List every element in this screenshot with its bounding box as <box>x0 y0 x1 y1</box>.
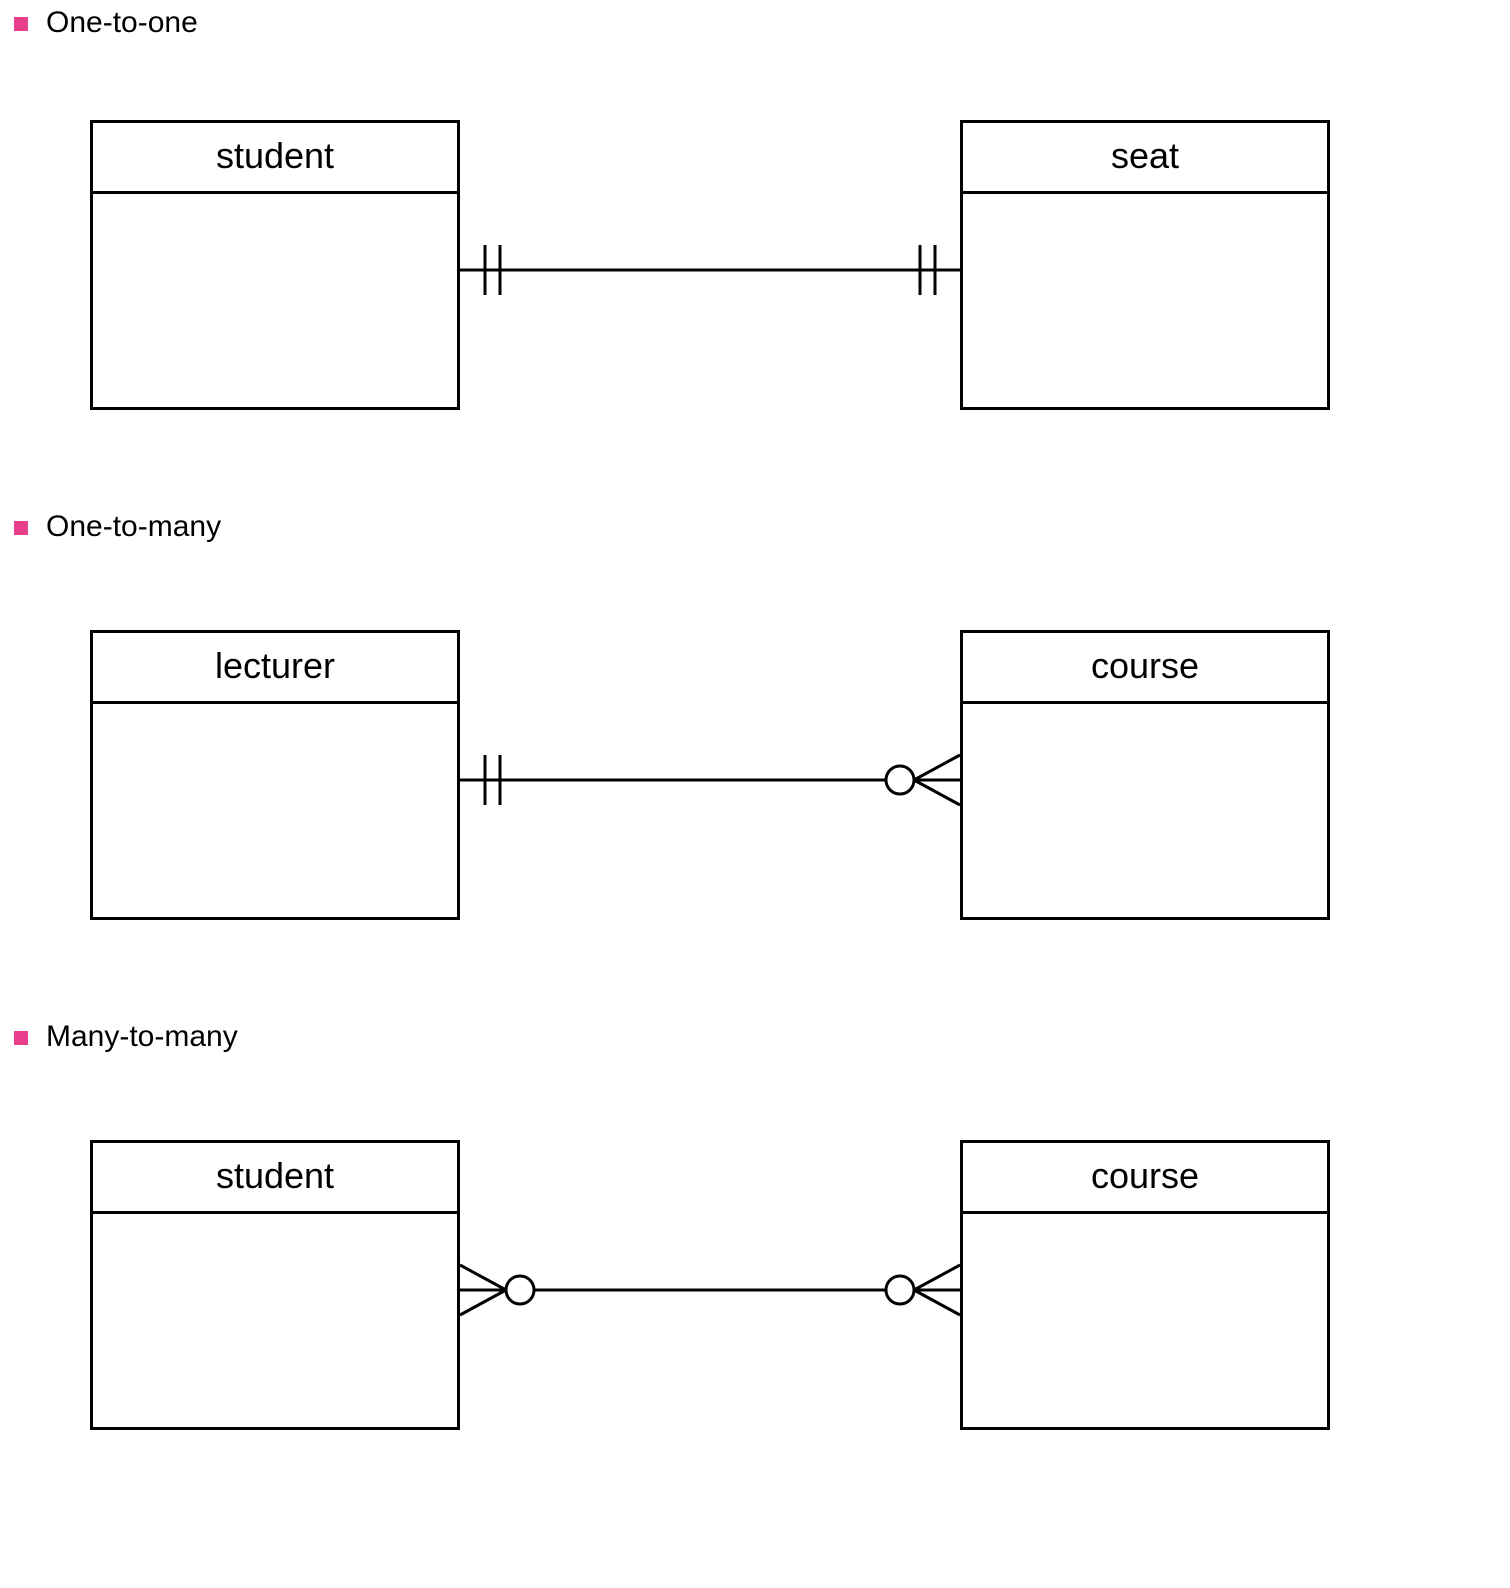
entity-header: seat <box>963 123 1327 194</box>
bullet-one-to-many: One-to-many <box>14 510 221 544</box>
bullet-label: Many-to-many <box>46 1020 238 1054</box>
entity-header: lecturer <box>93 633 457 704</box>
entity-box-left-2: lecturer <box>90 630 460 920</box>
entity-box-right-3: course <box>960 1140 1330 1430</box>
entity-box-right-2: course <box>960 630 1330 920</box>
bullet-many-to-many: Many-to-many <box>14 1020 238 1054</box>
bullet-one-to-one: One-to-one <box>14 6 198 40</box>
entity-box-right-1: seat <box>960 120 1330 410</box>
entity-header: course <box>963 1143 1327 1214</box>
entity-header: course <box>963 633 1327 704</box>
square-bullet-icon <box>14 1031 28 1045</box>
entity-header: student <box>93 123 457 194</box>
diagram-page: One-to-one student seat One-to-many lect… <box>0 0 1510 1588</box>
bullet-label: One-to-many <box>46 510 221 544</box>
connector-one-to-many <box>460 750 960 810</box>
connector-one-to-one <box>460 240 960 300</box>
square-bullet-icon <box>14 521 28 535</box>
connector-many-to-many <box>460 1260 960 1320</box>
entity-box-left-3: student <box>90 1140 460 1430</box>
square-bullet-icon <box>14 17 28 31</box>
entity-box-left-1: student <box>90 120 460 410</box>
entity-header: student <box>93 1143 457 1214</box>
bullet-label: One-to-one <box>46 6 198 40</box>
